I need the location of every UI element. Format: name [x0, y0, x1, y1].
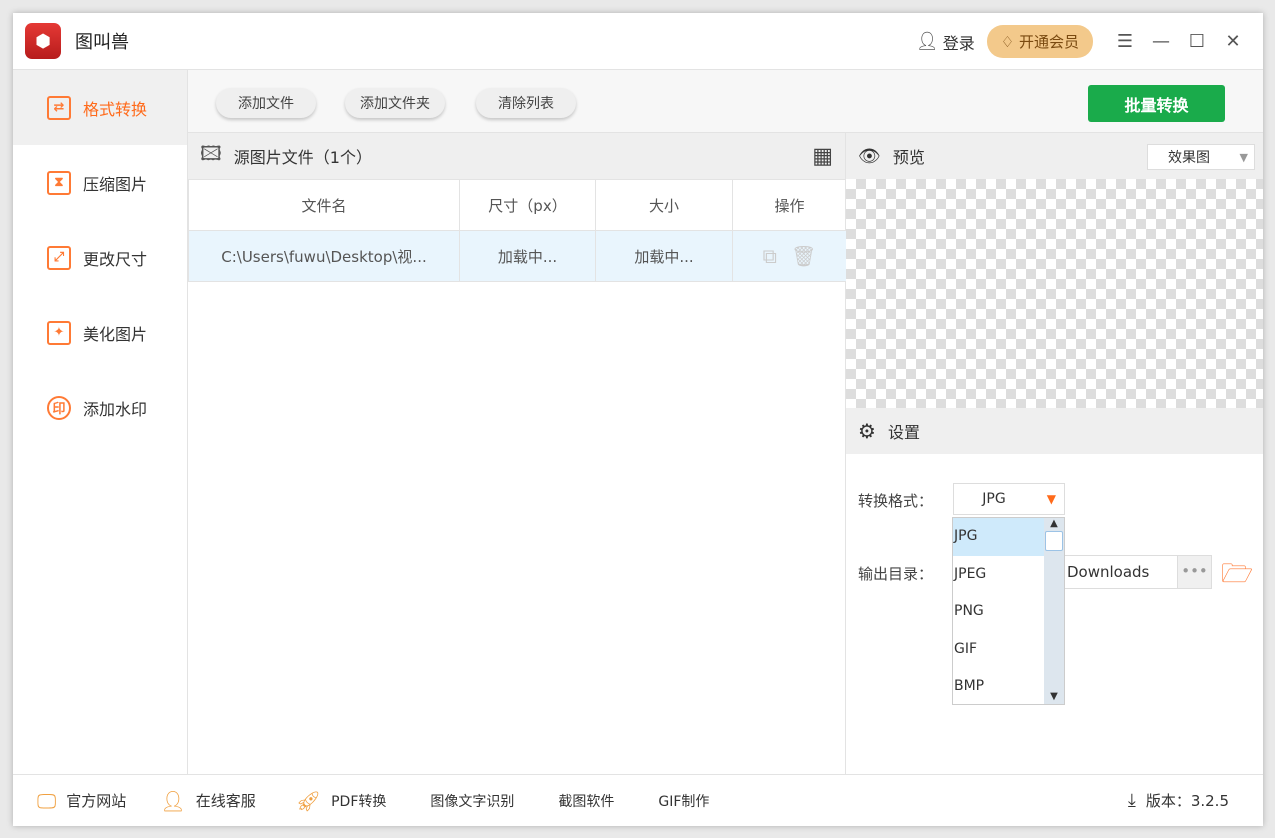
footer-support[interactable]: 👤︎ 在线客服	[160, 789, 255, 813]
file-table: 文件名 尺寸（px） 大小 操作 C:\Users\fuwu\Desktop\视…	[188, 179, 847, 282]
settings-header: ⚙ 设置	[846, 408, 1263, 454]
batch-convert-button[interactable]: 批量转换	[1088, 85, 1225, 122]
user-icon[interactable]: 👤︎	[916, 31, 939, 52]
rocket-icon: 🚀︎	[295, 788, 322, 813]
right-panel: 👁︎ 预览 效果图 ▼ ⚙ 设置 转换格式： JPG ▼ JPG JPEG PNG …	[846, 133, 1263, 774]
monitor-icon: 🖵	[37, 788, 57, 813]
eye-icon: 👁︎	[858, 145, 881, 167]
preview-canvas	[846, 179, 1263, 408]
format-option-png[interactable]: PNG	[953, 593, 1044, 631]
vip-button[interactable]: ♢ 开通会员	[986, 25, 1093, 58]
actions-cell: ⧉ 🗑︎	[732, 230, 847, 282]
browse-button[interactable]: •••	[1177, 555, 1212, 589]
open-external-icon[interactable]: ⧉	[763, 244, 777, 268]
scroll-down-icon[interactable]: ▼	[1044, 691, 1064, 702]
column-header-dimensions: 尺寸（px）	[459, 179, 596, 231]
maximize-button[interactable]: ☐	[1179, 31, 1215, 52]
dropdown-arrow-icon: ▼	[1046, 492, 1056, 506]
minimize-button[interactable]: —	[1143, 31, 1179, 52]
footer-label: 官方网站	[66, 792, 127, 810]
footer-gif[interactable]: GIF制作	[658, 791, 709, 811]
footer-screenshot[interactable]: 截图软件	[558, 791, 614, 811]
format-value: JPG	[982, 491, 1006, 507]
chevron-down-icon: ▼	[1239, 150, 1248, 164]
convert-icon: ⇄	[47, 95, 71, 120]
sidebar: ⇄ 格式转换 ⧗ 压缩图片 ⤢ 更改尺寸 ✦ 美化图片 印添加水印	[13, 70, 188, 774]
gear-icon: ⚙	[858, 419, 876, 443]
app-window: ⬢ 图叫兽 👤︎ 登录 ♢ 开通会员 ☰ — ☐ ✕ ⇄ 格式转换 ⧗ 压缩图片 ⤢…	[13, 13, 1263, 826]
scroll-up-icon[interactable]: ▲	[1044, 518, 1064, 529]
sidebar-item-label: 美化图片	[83, 324, 148, 344]
output-dir-value: Downloads	[1067, 563, 1150, 581]
download-icon: ⤓	[1127, 790, 1136, 811]
sidebar-item-label: 更改尺寸	[83, 249, 148, 269]
menu-icon[interactable]: ☰	[1107, 31, 1143, 52]
footer-label: PDF转换	[331, 793, 387, 810]
column-header-size: 大小	[595, 179, 733, 231]
file-list-panel: 🖾 源图片文件（1个） ▦ 文件名 尺寸（px） 大小 操作 C:\Users\…	[188, 133, 847, 774]
sidebar-item-compress[interactable]: ⧗ 压缩图片	[13, 145, 187, 220]
footer-label: 截图软件	[558, 793, 615, 810]
folder-icon[interactable]: 🗁	[1221, 555, 1253, 599]
sidebar-item-beautify[interactable]: ✦ 美化图片	[13, 295, 187, 370]
preview-header: 👁︎ 预览 效果图 ▼	[846, 133, 1263, 179]
user-icon: 👤︎	[160, 788, 186, 813]
preview-mode-select[interactable]: 效果图 ▼	[1147, 144, 1255, 170]
resize-icon: ⤢	[47, 245, 71, 270]
close-button[interactable]: ✕	[1215, 31, 1251, 52]
format-dropdown-list: JPG JPEG PNG GIF BMP ▲ ▼	[952, 517, 1065, 705]
title-bar: ⬢ 图叫兽 👤︎ 登录 ♢ 开通会员 ☰ — ☐ ✕	[13, 13, 1263, 70]
compress-icon: ⧗	[47, 170, 71, 195]
app-logo: ⬢	[25, 23, 61, 59]
login-link[interactable]: 登录	[943, 30, 975, 54]
preview-mode-value: 效果图	[1168, 150, 1210, 166]
watermark-icon: 印	[47, 395, 71, 420]
format-select[interactable]: JPG ▼	[953, 483, 1065, 515]
format-option-jpeg[interactable]: JPEG	[953, 556, 1044, 594]
format-option-bmp[interactable]: BMP	[953, 668, 1044, 706]
version-label: 版本：3.2.5	[1145, 792, 1229, 810]
add-folder-button[interactable]: 添加文件夹	[345, 88, 445, 118]
file-name-cell: C:\Users\fuwu\Desktop\视...	[188, 230, 460, 282]
column-header-actions: 操作	[732, 179, 847, 231]
footer: 🖵 官方网站 👤︎ 在线客服 🚀︎ PDF转换 图像文字识别 截图软件 GIF制作 ⤓…	[13, 774, 1263, 826]
dimensions-cell: 加载中...	[459, 230, 596, 282]
footer-pdf[interactable]: 🚀︎ PDF转换	[296, 789, 387, 813]
format-label: 转换格式：	[858, 492, 934, 510]
format-option-jpg[interactable]: JPG	[953, 518, 1044, 556]
image-icon: 🖾	[200, 141, 222, 165]
sidebar-item-label: 格式转换	[83, 99, 148, 119]
dropdown-scrollbar[interactable]: ▲ ▼	[1044, 518, 1064, 704]
scroll-thumb[interactable]	[1045, 531, 1063, 551]
sidebar-item-watermark[interactable]: 印添加水印	[13, 370, 187, 445]
sidebar-item-format-convert[interactable]: ⇄ 格式转换	[13, 70, 187, 145]
sidebar-item-label: 压缩图片	[83, 174, 148, 194]
grid-view-icon[interactable]: ▦	[812, 144, 833, 169]
vip-label: 开通会员	[1018, 33, 1079, 51]
footer-website[interactable]: 🖵 官方网站	[37, 789, 126, 813]
footer-label: 图像文字识别	[430, 793, 515, 810]
size-cell: 加载中...	[595, 230, 733, 282]
app-title: 图叫兽	[75, 32, 129, 53]
beautify-icon: ✦	[47, 320, 71, 345]
clear-list-button[interactable]: 清除列表	[476, 88, 576, 118]
format-option-gif[interactable]: GIF	[953, 631, 1044, 669]
settings-title: 设置	[887, 423, 920, 442]
preview-title: 预览	[892, 148, 925, 167]
sidebar-item-label: 添加水印	[83, 399, 148, 419]
version-info: ⤓ 版本：3.2.5	[1128, 790, 1229, 811]
file-list-title: 源图片文件（1个）	[233, 148, 372, 167]
add-file-button[interactable]: 添加文件	[216, 88, 316, 118]
footer-ocr[interactable]: 图像文字识别	[430, 791, 514, 811]
footer-label: GIF制作	[658, 793, 710, 810]
output-label: 输出目录：	[858, 565, 934, 583]
trash-icon[interactable]: 🗑︎	[791, 244, 816, 268]
sidebar-item-resize[interactable]: ⤢ 更改尺寸	[13, 220, 187, 295]
toolbar: 添加文件 添加文件夹 清除列表 批量转换	[188, 70, 1263, 133]
table-row[interactable]: C:\Users\fuwu\Desktop\视... 加载中... 加载中...…	[188, 230, 847, 282]
column-header-name: 文件名	[188, 179, 460, 231]
footer-label: 在线客服	[195, 792, 256, 810]
